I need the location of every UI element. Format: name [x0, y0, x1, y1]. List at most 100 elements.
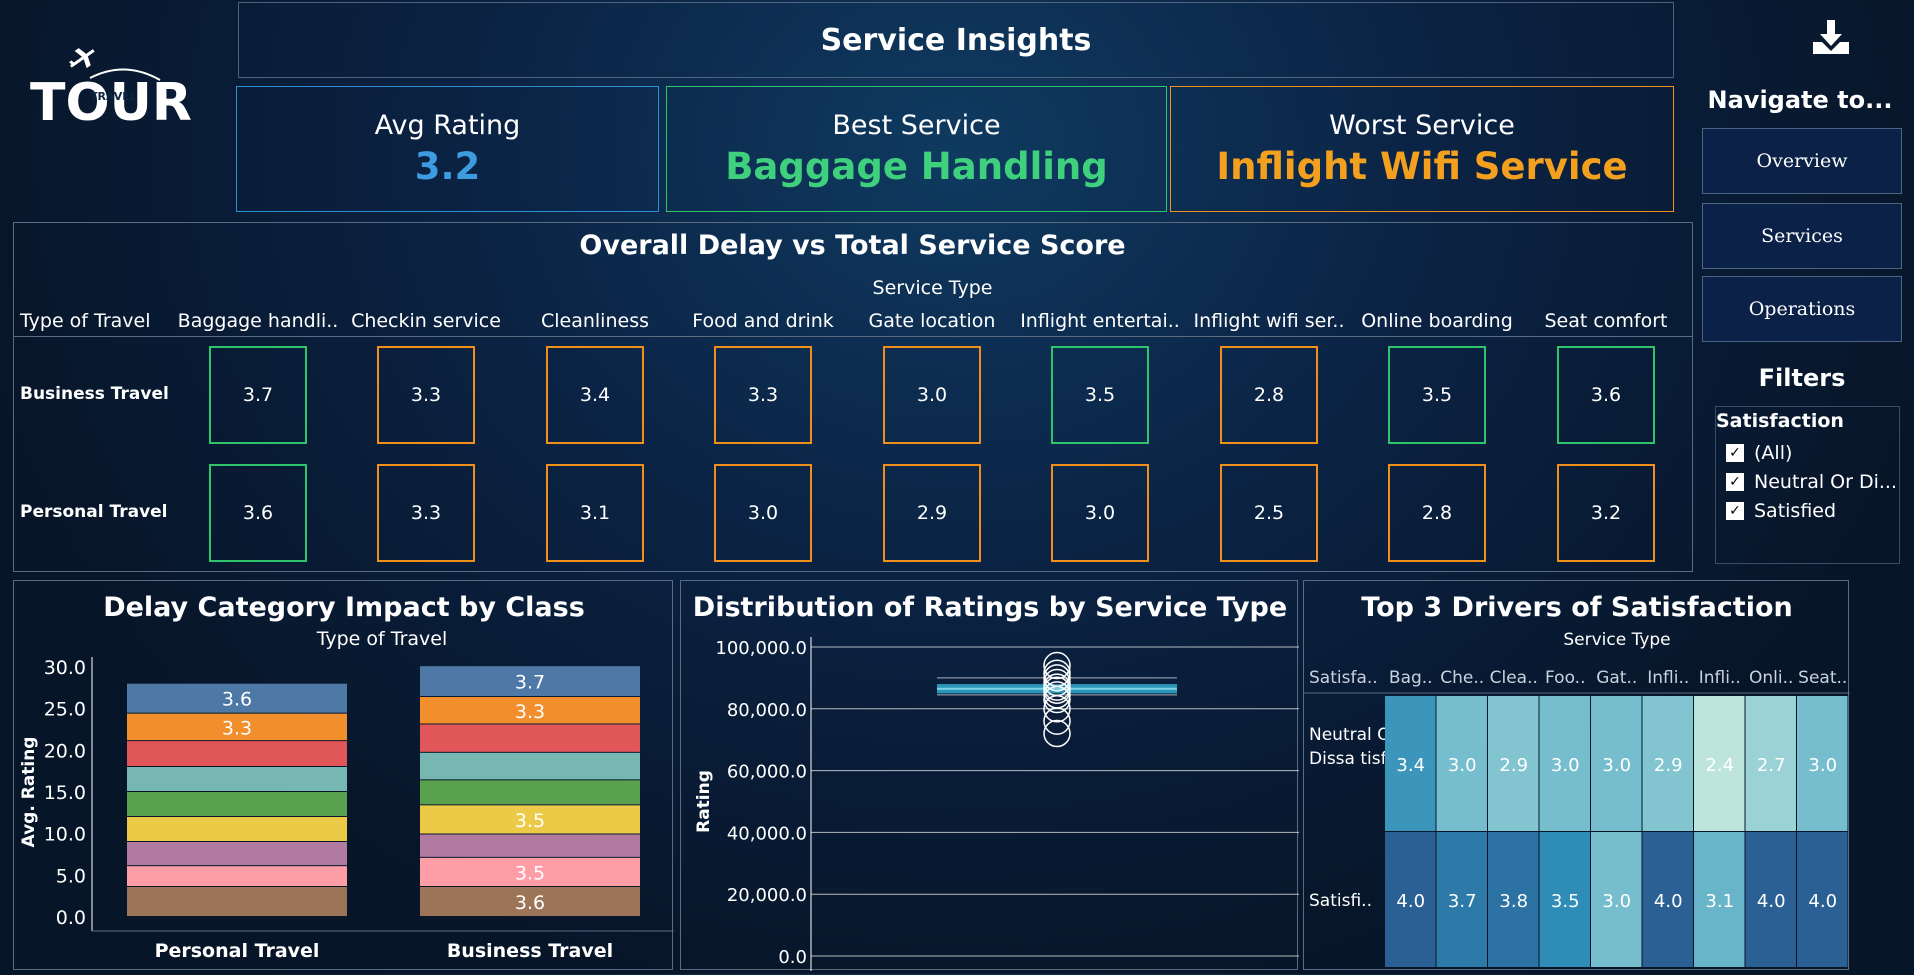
stacked-bar-segment [420, 780, 640, 805]
tour-travel-logo: TOUR TRAVEL [30, 40, 202, 135]
chart-title: Distribution of Ratings by Service Type [693, 592, 1287, 623]
best-service-label: Best Service [832, 110, 1001, 141]
worst-service-value: Inflight Wifi Service [1216, 145, 1628, 188]
chart-title: Delay Category Impact by Class [103, 592, 585, 623]
segment-data-label: 3.5 [515, 810, 545, 832]
heatmap-cell-label: 3.0 [1448, 755, 1477, 776]
service-score-cell: 3.4 [546, 346, 644, 444]
heatmap-cell-label: 3.0 [1602, 891, 1631, 912]
y-tick-label: 25.0 [44, 699, 86, 721]
column-header: Infli.. [1647, 668, 1689, 688]
satisfaction-row-label: Satisfi.. [1309, 891, 1372, 911]
stacked-bar-segment [127, 887, 347, 916]
segment-data-label: 3.6 [515, 892, 545, 914]
y-axis-label: Rating [694, 770, 714, 833]
heatmap-cell-label: 4.0 [1396, 891, 1425, 912]
worst-service-card: Worst Service Inflight Wifi Service [1170, 86, 1674, 212]
download-button[interactable] [1810, 18, 1852, 58]
stacked-bar-segment [127, 792, 347, 816]
service-score-cell: 3.0 [714, 464, 812, 562]
service-score-cell: 3.0 [1051, 464, 1149, 562]
filter-option-neutral[interactable]: ✓ Neutral Or Di... [1726, 471, 1898, 493]
checkbox-checked-icon[interactable]: ✓ [1726, 444, 1744, 462]
chart-subtitle: Type of Travel [316, 628, 448, 650]
page-title: Service Insights [238, 2, 1674, 78]
stacked-bar-segment [127, 817, 347, 841]
y-tick-label: 5.0 [56, 865, 86, 887]
service-score-cell: 3.6 [1557, 346, 1655, 444]
heatmap-cell-label: 2.4 [1705, 755, 1734, 776]
column-header: Gat.. [1596, 668, 1637, 688]
row-header: Satisfa.. [1309, 668, 1378, 688]
checkbox-checked-icon[interactable]: ✓ [1726, 502, 1744, 520]
y-tick-label: 30.0 [44, 657, 86, 679]
y-tick-label: 10.0 [44, 824, 86, 846]
nav-services-button[interactable]: Services [1702, 203, 1902, 269]
service-score-cell: 3.0 [883, 346, 981, 444]
stacked-bar-segment [127, 866, 347, 886]
nav-overview-button[interactable]: Overview [1702, 128, 1902, 194]
stacked-bar-segment [420, 834, 640, 857]
service-score-cell: 2.8 [1388, 464, 1486, 562]
filter-option-label: Satisfied [1754, 500, 1837, 522]
download-icon [1813, 20, 1849, 54]
filters-title: Filters [1758, 364, 1846, 392]
box-plot-chart: Distribution of Ratings by Service Type 0… [693, 592, 1299, 971]
service-score-cell: 3.3 [377, 346, 475, 444]
heatmap-cell-label: 3.0 [1551, 755, 1580, 776]
travel-type-row-label: Personal Travel [20, 502, 168, 522]
service-column-header: Cleanliness [540, 310, 649, 332]
heatmap-cell-label: 3.4 [1396, 755, 1425, 776]
stacked-bar-segment [127, 741, 347, 766]
heatmap-cell-label: 4.0 [1654, 891, 1683, 912]
satisfaction-row-label: Neutral Or [1309, 725, 1398, 745]
travel-type-row-label: Business Travel [20, 384, 169, 404]
y-tick-label: 20,000.0 [727, 885, 807, 906]
service-score-cell: 2.5 [1220, 464, 1318, 562]
heatmap-cell-label: 3.1 [1705, 891, 1734, 912]
column-header: Onli.. [1749, 668, 1793, 688]
y-tick-label: 100,000.0 [715, 638, 807, 659]
heatmap-cell-label: 3.5 [1551, 891, 1580, 912]
column-header: Che.. [1440, 668, 1484, 688]
delay-section-title: Overall Delay vs Total Service Score [579, 230, 1126, 261]
heatmap-cell-label: 2.7 [1757, 755, 1786, 776]
column-header: Bag.. [1389, 668, 1433, 688]
y-tick-label: 15.0 [44, 782, 86, 804]
logo-subtext: TRAVEL [90, 90, 137, 103]
avg-rating-value: 3.2 [414, 145, 481, 188]
stacked-bar-segment [127, 842, 347, 866]
avg-rating-label: Avg Rating [374, 110, 521, 141]
chart-subtitle: Service Type [1563, 630, 1670, 650]
filter-option-label: (All) [1754, 442, 1793, 464]
heatmap-cell-label: 2.9 [1499, 755, 1528, 776]
segment-data-label: 3.5 [515, 862, 545, 884]
service-column-header: Gate location [868, 310, 996, 332]
row-group-header: Type of Travel [20, 310, 151, 332]
y-tick-label: 80,000.0 [727, 700, 807, 721]
chart-title: Top 3 Drivers of Satisfaction [1361, 592, 1792, 623]
segment-data-label: 3.6 [222, 689, 252, 711]
navigate-title: Navigate to... [1707, 86, 1893, 114]
heatmap-cell-label: 4.0 [1757, 891, 1786, 912]
heatmap-chart: Top 3 Drivers of Satisfaction Service Typ… [1304, 592, 1850, 967]
avg-rating-card: Avg Rating 3.2 [236, 86, 659, 212]
x-category-label: Personal Travel [155, 940, 320, 962]
logo-text: TOUR [30, 73, 192, 133]
service-score-cell: 2.9 [883, 464, 981, 562]
best-service-value: Baggage Handling [725, 145, 1108, 188]
service-column-header: Checkin service [351, 310, 501, 332]
y-axis-label: Avg. Rating [19, 737, 39, 848]
column-header: Seat.. [1798, 668, 1847, 688]
x-category-label: Business Travel [447, 940, 613, 962]
filter-option-all[interactable]: ✓ (All) [1726, 442, 1898, 464]
service-column-header: Inflight entertai.. [1020, 310, 1180, 332]
filter-option-satisfied[interactable]: ✓ Satisfied [1726, 500, 1898, 522]
heatmap-cell-label: 3.8 [1499, 891, 1528, 912]
service-column-header: Online boarding [1361, 310, 1513, 332]
delay-section-column-group: Service Type [872, 277, 993, 299]
y-tick-label: 40,000.0 [727, 823, 807, 844]
heatmap-cell-label: 2.9 [1654, 755, 1683, 776]
y-tick-label: 20.0 [44, 740, 86, 762]
checkbox-checked-icon[interactable]: ✓ [1726, 473, 1744, 491]
